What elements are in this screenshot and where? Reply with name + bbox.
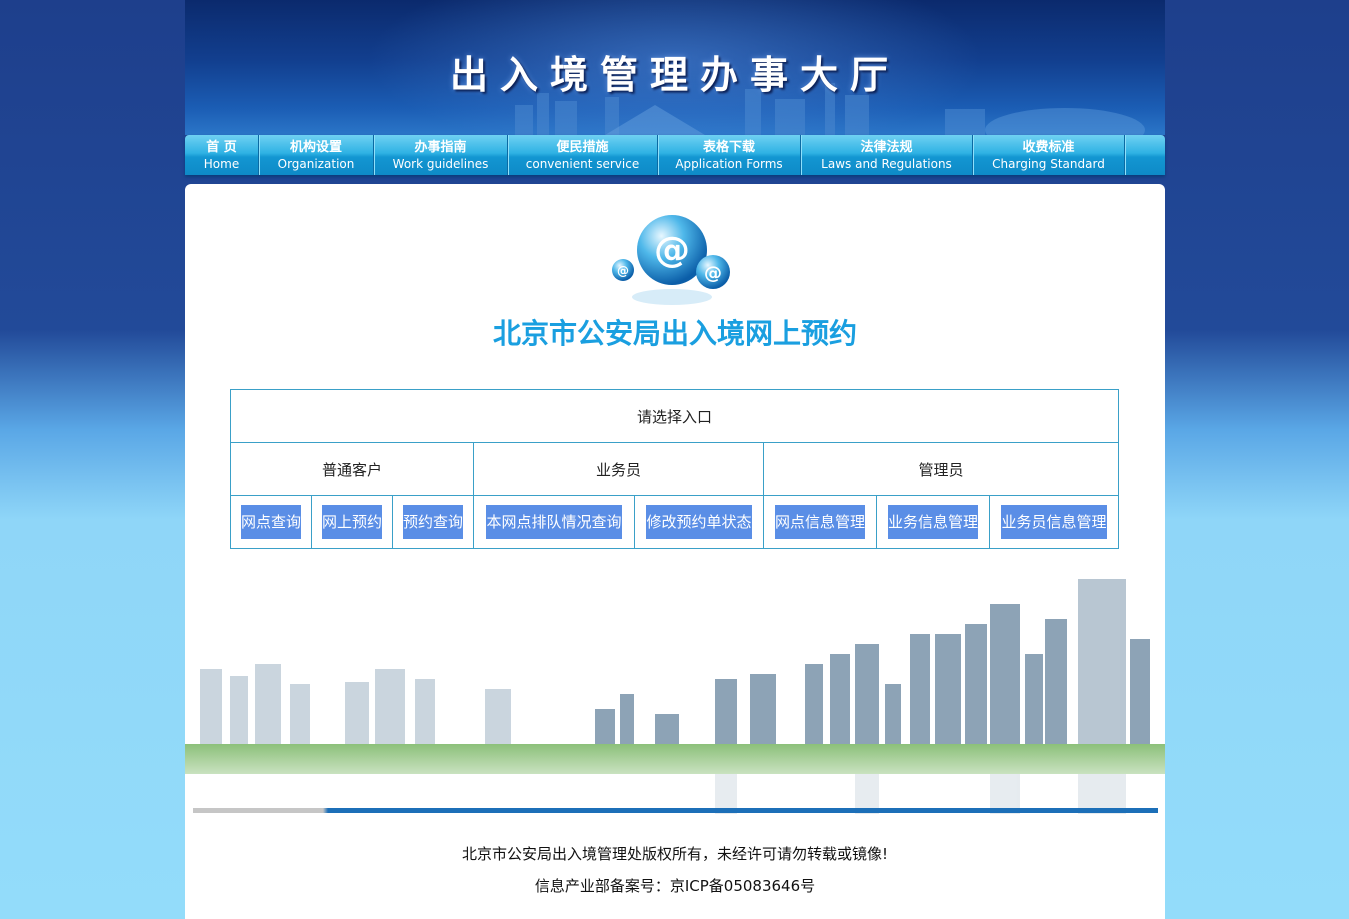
footer-divider <box>193 808 1158 813</box>
svg-text:@: @ <box>617 264 629 278</box>
main-nav: 首 页 Home 机构设置 Organization 办事指南 Work gui… <box>185 135 1165 175</box>
banner-title: 出入境管理办事大厅 <box>449 52 900 97</box>
nav-label-cn: 收费标准 <box>1022 139 1075 155</box>
nav-label-en: Home <box>203 156 240 171</box>
cell-queue-status: 本网点排队情况查询 <box>473 495 635 549</box>
nav-tail <box>1125 135 1165 175</box>
booking-query-button[interactable]: 预约查询 <box>402 505 463 539</box>
entry-table: 请选择入口 普通客户 业务员 管理员 网点查询 网上预约 预约查询 本网点排队情… <box>230 389 1119 549</box>
outlet-info-management-button[interactable]: 网点信息管理 <box>774 505 865 539</box>
nav-item-application-forms[interactable]: 表格下载 Application Forms <box>658 135 801 175</box>
nav-item-work-guidelines[interactable]: 办事指南 Work guidelines <box>374 135 508 175</box>
nav-label-cn: 法律法规 <box>860 139 913 155</box>
svg-text:@: @ <box>654 230 690 271</box>
group-ordinary-customer: 普通客户 <box>230 442 474 496</box>
cell-modify-booking: 修改预约单状态 <box>634 495 764 549</box>
modify-booking-status-button[interactable]: 修改预约单状态 <box>646 505 752 539</box>
nav-label-cn: 机构设置 <box>289 139 342 155</box>
copyright-text: 北京市公安局出入境管理处版权所有，未经许可请勿转载或镜像! <box>461 845 889 863</box>
nav-label-en: convenient service <box>525 156 640 171</box>
queue-status-query-button[interactable]: 本网点排队情况查询 <box>486 505 622 539</box>
group-administrator: 管理员 <box>763 442 1119 496</box>
cell-clerk-management: 业务员信息管理 <box>989 495 1119 549</box>
nav-label-cn: 便民措施 <box>556 139 609 155</box>
cell-outlet-query: 网点查询 <box>230 495 312 549</box>
nav-label-cn: 办事指南 <box>414 139 467 155</box>
nav-item-organization[interactable]: 机构设置 Organization <box>259 135 374 175</box>
svg-text:@: @ <box>704 263 722 284</box>
nav-label-cn: 首 页 <box>206 139 237 155</box>
nav-label-en: Organization <box>277 156 355 171</box>
nav-label-en: Charging Standard <box>992 156 1105 171</box>
content-panel: @ @ @ 北京市公安局出入境网上预约 请选择入口 普通客户 业务员 管理员 网… <box>185 184 1165 919</box>
cell-business-management: 业务信息管理 <box>876 495 990 549</box>
page-heading: 北京市公安局出入境网上预约 <box>492 317 857 350</box>
nav-item-charging-standard[interactable]: 收费标准 Charging Standard <box>973 135 1125 175</box>
nav-label-en: Application Forms <box>675 156 783 171</box>
outlet-query-button[interactable]: 网点查询 <box>240 505 301 539</box>
nav-label-en: Laws and Regulations <box>821 156 952 171</box>
page: 出入境管理办事大厅 首 页 Home 机构设置 Organization 办事指… <box>185 0 1165 919</box>
clerk-info-management-button[interactable]: 业务员信息管理 <box>1001 505 1107 539</box>
banner: 出入境管理办事大厅 <box>185 0 1165 135</box>
nav-label-en: Work guidelines <box>392 156 489 171</box>
nav-item-home[interactable]: 首 页 Home <box>185 135 259 175</box>
cell-online-booking: 网上预约 <box>311 495 393 549</box>
nav-label-cn: 表格下载 <box>702 139 755 155</box>
icp-record-text: 信息产业部备案号：京ICP备05083646号 <box>534 877 816 895</box>
nav-item-laws-regulations[interactable]: 法律法规 Laws and Regulations <box>801 135 973 175</box>
online-booking-button[interactable]: 网上预约 <box>321 505 382 539</box>
cell-outlet-management: 网点信息管理 <box>763 495 877 549</box>
at-sign-globe-icon: @ @ @ <box>612 215 730 305</box>
nav-item-convenient-service[interactable]: 便民措施 convenient service <box>508 135 658 175</box>
city-skyline-image <box>185 579 1165 814</box>
business-info-management-button[interactable]: 业务信息管理 <box>887 505 978 539</box>
group-clerk: 业务员 <box>473 442 764 496</box>
cell-booking-query: 预约查询 <box>392 495 474 549</box>
entry-table-header: 请选择入口 <box>230 389 1119 443</box>
